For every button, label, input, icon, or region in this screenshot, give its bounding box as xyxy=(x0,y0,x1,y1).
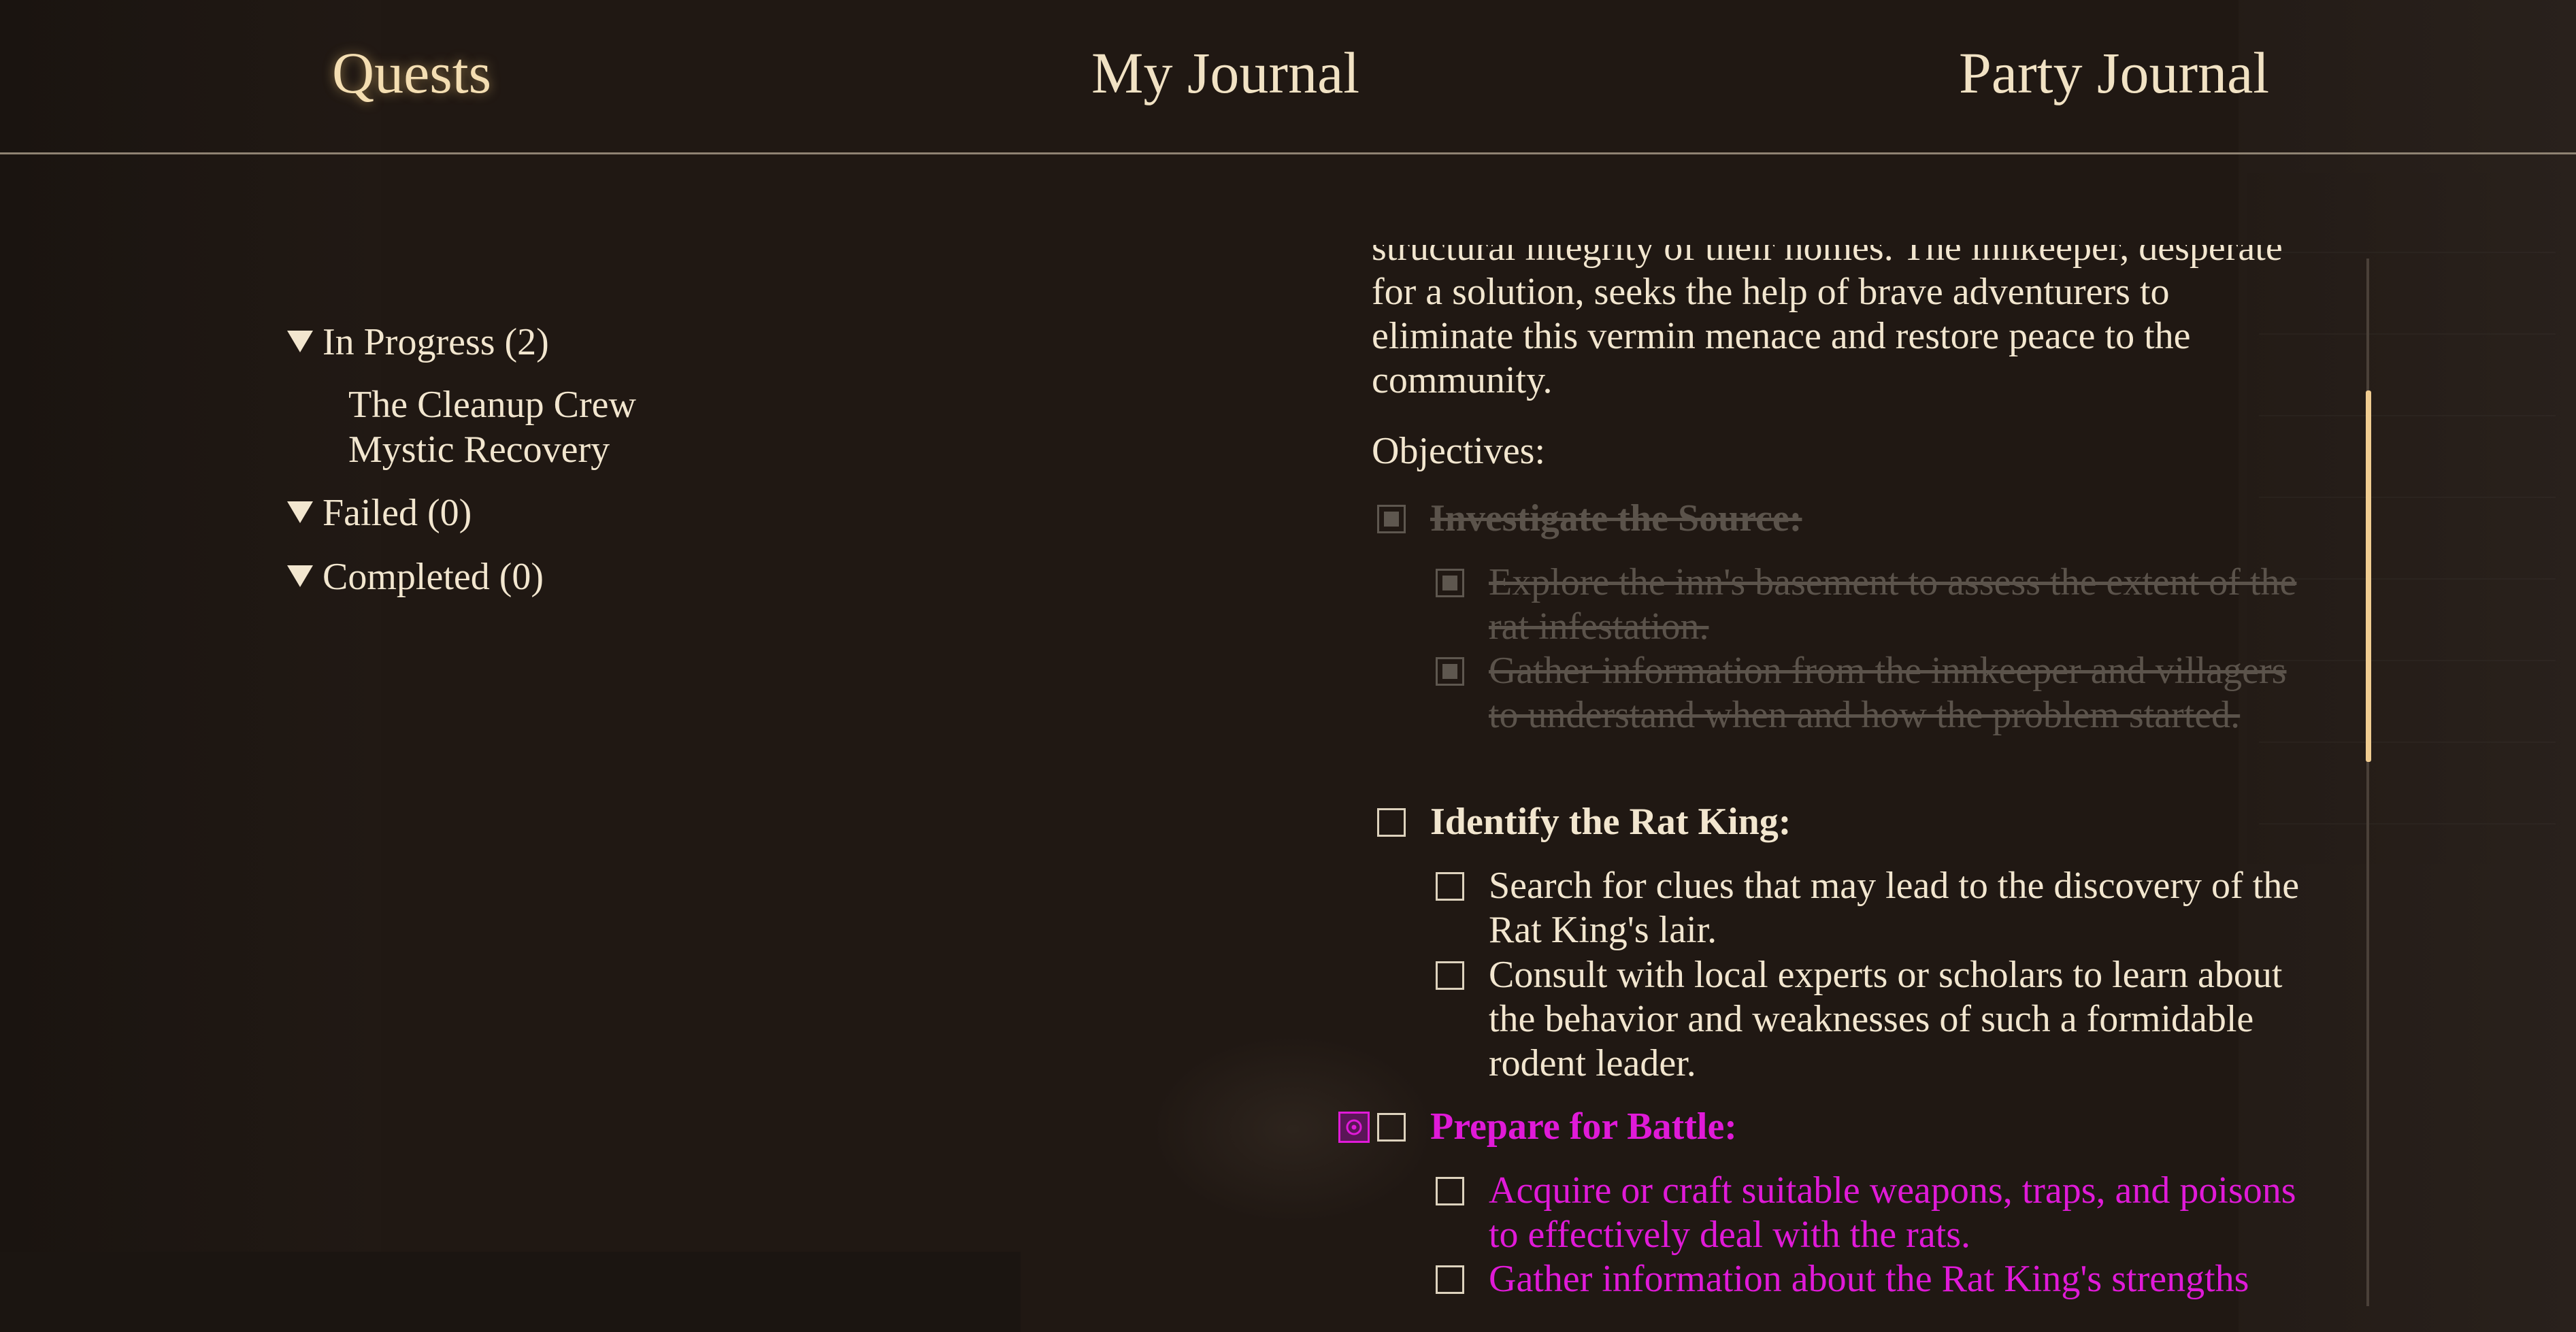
checkbox-icon[interactable] xyxy=(1436,961,1464,990)
checkbox-icon[interactable] xyxy=(1377,808,1406,837)
quest-item-the-cleanup-crew[interactable]: The Cleanup Crew xyxy=(348,382,636,427)
sub-objective: Consult with local experts or scholars t… xyxy=(1489,954,2283,1084)
sub-objective: Gather information from the innkeeper an… xyxy=(1489,650,2287,736)
sub-objective: Gather information about the Rat King's … xyxy=(1489,1258,2249,1300)
triangle-down-icon xyxy=(287,501,313,524)
objective-identify-the-rat-king: Identify the Rat King: xyxy=(1430,801,1791,843)
description-line: eliminate this vermin menace and restore… xyxy=(1372,315,2191,357)
scrollbar-thumb[interactable] xyxy=(2366,390,2371,762)
quest-description: structural integrity of their homes. The… xyxy=(1372,245,2311,403)
objective-prepare-for-battle: Prepare for Battle: xyxy=(1430,1105,1737,1148)
description-line: for a solution, seeks the help of brave … xyxy=(1372,271,2170,313)
group-failed[interactable]: Failed (0) xyxy=(287,489,472,537)
checkbox-icon[interactable] xyxy=(1436,569,1464,597)
description-line: structural integrity of their homes. The… xyxy=(1372,245,2283,269)
quest-item-mystic-recovery[interactable]: Mystic Recovery xyxy=(348,427,610,472)
objective-investigate-the-source: Investigate the Source: xyxy=(1430,497,1802,539)
tracked-objective-icon[interactable] xyxy=(1338,1112,1370,1143)
group-label: In Progress (2) xyxy=(323,321,549,363)
sub-objective: Search for clues that may lead to the di… xyxy=(1489,865,2300,951)
checkbox-icon[interactable] xyxy=(1436,657,1464,686)
objectives-heading: Objectives: xyxy=(1372,430,1546,472)
description-line: community. xyxy=(1372,359,1553,401)
checkbox-icon[interactable] xyxy=(1436,1177,1464,1205)
sub-objective: Acquire or craft suitable weapons, traps… xyxy=(1489,1169,2296,1256)
tab-party-journal[interactable]: Party Journal xyxy=(1959,35,2269,110)
header-divider xyxy=(0,152,2576,154)
checkbox-icon[interactable] xyxy=(1436,872,1464,901)
group-in-progress[interactable]: In Progress (2) xyxy=(287,318,549,366)
quest-detail-pane[interactable]: structural integrity of their homes. The… xyxy=(1334,245,2334,1332)
tab-quests[interactable]: Quests xyxy=(332,35,491,110)
sub-objective: Explore the inn's basement to assess the… xyxy=(1489,561,2297,648)
triangle-down-icon xyxy=(287,565,313,588)
checkbox-icon[interactable] xyxy=(1377,1113,1406,1142)
background-bottom-strip xyxy=(0,1252,1021,1332)
triangle-down-icon xyxy=(287,331,313,353)
tab-my-journal[interactable]: My Journal xyxy=(1091,35,1359,110)
group-completed[interactable]: Completed (0) xyxy=(287,553,544,601)
group-label: Failed (0) xyxy=(323,492,472,534)
background-left-strip xyxy=(0,0,381,1332)
checkbox-icon[interactable] xyxy=(1436,1265,1464,1294)
group-label: Completed (0) xyxy=(323,556,544,598)
checkbox-icon[interactable] xyxy=(1377,505,1406,533)
